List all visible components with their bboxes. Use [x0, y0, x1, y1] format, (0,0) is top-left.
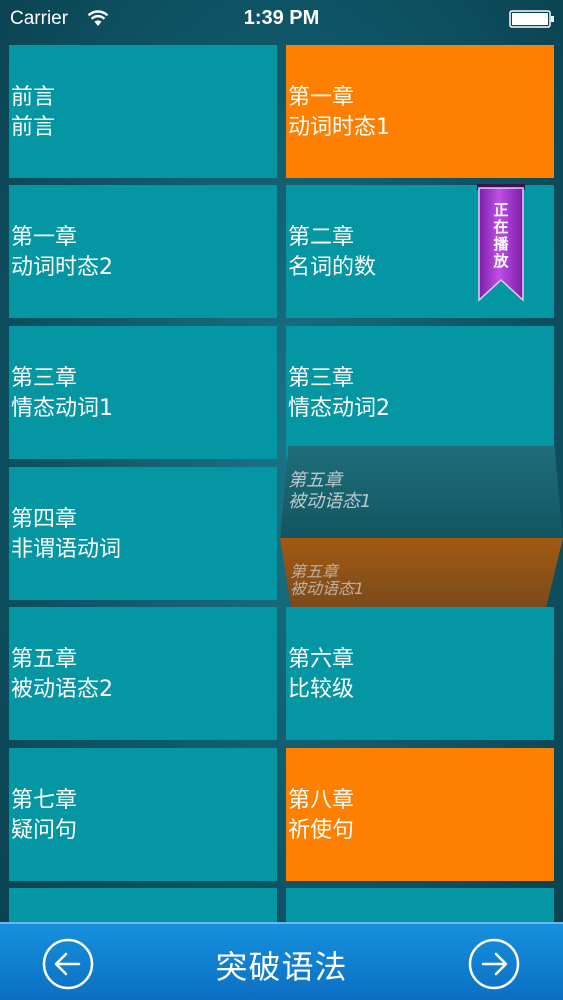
- now-playing-ribbon: 正在播放: [477, 184, 525, 302]
- chapter-tile-7-questions[interactable]: 第七章 疑问句: [9, 748, 277, 881]
- status-bar: Carrier 1:39 PM: [0, 0, 563, 38]
- tile-chapter-label: 第四章: [11, 507, 78, 532]
- tile-chapter-label: 第二章: [288, 225, 355, 250]
- tile-title: 动词时态1: [288, 115, 390, 140]
- tile-title: 动词时态2: [11, 255, 113, 280]
- flip-tile-reflection-title: 被动语态1: [290, 579, 365, 598]
- tile-title: 前言: [11, 115, 56, 140]
- tile-chapter-label: 第一章: [288, 85, 355, 110]
- battery-icon: [509, 10, 554, 28]
- clock-label: 1:39 PM: [243, 7, 320, 29]
- tile-chapter-label: 第七章: [11, 788, 78, 813]
- chapter-grid: 前言 前言 第一章 动词时态1 第一章 动词时态2 第二章 名词的数 第三章 情…: [0, 0, 563, 922]
- flip-tile-reflection-label: 第五章: [290, 562, 339, 581]
- tile-chapter-label: 第三章: [288, 366, 355, 391]
- tile-chapter-label: 第八章: [288, 788, 355, 813]
- bottom-nav-bar: 突破语法: [0, 922, 563, 1000]
- now-playing-label: 正在播放: [493, 201, 509, 270]
- tile-chapter-label: 第五章: [11, 647, 78, 672]
- next-button[interactable]: [468, 938, 520, 990]
- tile-title: 非谓语动词: [11, 537, 122, 562]
- tile-title: 情态动词1: [11, 396, 113, 421]
- tile-chapter-label: 前言: [11, 85, 56, 110]
- tile-title: 疑问句: [11, 818, 78, 843]
- tile-title: 被动语态2: [11, 677, 113, 702]
- chapter-tile-partial-left[interactable]: [9, 888, 277, 922]
- chapter-tile-partial-right[interactable]: [286, 888, 554, 922]
- chapter-tile-1-tense-1[interactable]: 第一章 动词时态1: [286, 45, 554, 178]
- chapter-tile-5-passive-1-flipping[interactable]: 第五章 被动语态1 第五章 被动语态1: [280, 446, 563, 608]
- tile-title: 情态动词2: [288, 396, 390, 421]
- flip-tile-chapter-label: 第五章: [288, 470, 342, 491]
- chapter-tile-4-nonfinite[interactable]: 第四章 非谓语动词: [9, 467, 277, 600]
- tile-title: 名词的数: [288, 255, 377, 280]
- tile-chapter-label: 第三章: [11, 366, 78, 391]
- chapter-tile-5-passive-2[interactable]: 第五章 被动语态2: [9, 607, 277, 740]
- tile-chapter-label: 第一章: [11, 225, 78, 250]
- chapter-tile-6-comparative[interactable]: 第六章 比较级: [286, 607, 554, 740]
- chapter-tile-preface[interactable]: 前言 前言: [9, 45, 277, 178]
- flip-tile-title: 被动语态1: [288, 491, 372, 512]
- chapter-tile-1-tense-2[interactable]: 第一章 动词时态2: [9, 185, 277, 318]
- chapter-tile-8-imperative[interactable]: 第八章 祈使句: [286, 748, 554, 881]
- chapter-tile-3-modal-1[interactable]: 第三章 情态动词1: [9, 326, 277, 459]
- tile-title: 祈使句: [288, 818, 355, 843]
- arrow-right-circle-icon: [468, 938, 520, 990]
- tile-title: 比较级: [288, 677, 355, 702]
- chapter-tile-3-modal-2[interactable]: 第三章 情态动词2: [286, 326, 554, 459]
- tile-chapter-label: 第六章: [288, 647, 355, 672]
